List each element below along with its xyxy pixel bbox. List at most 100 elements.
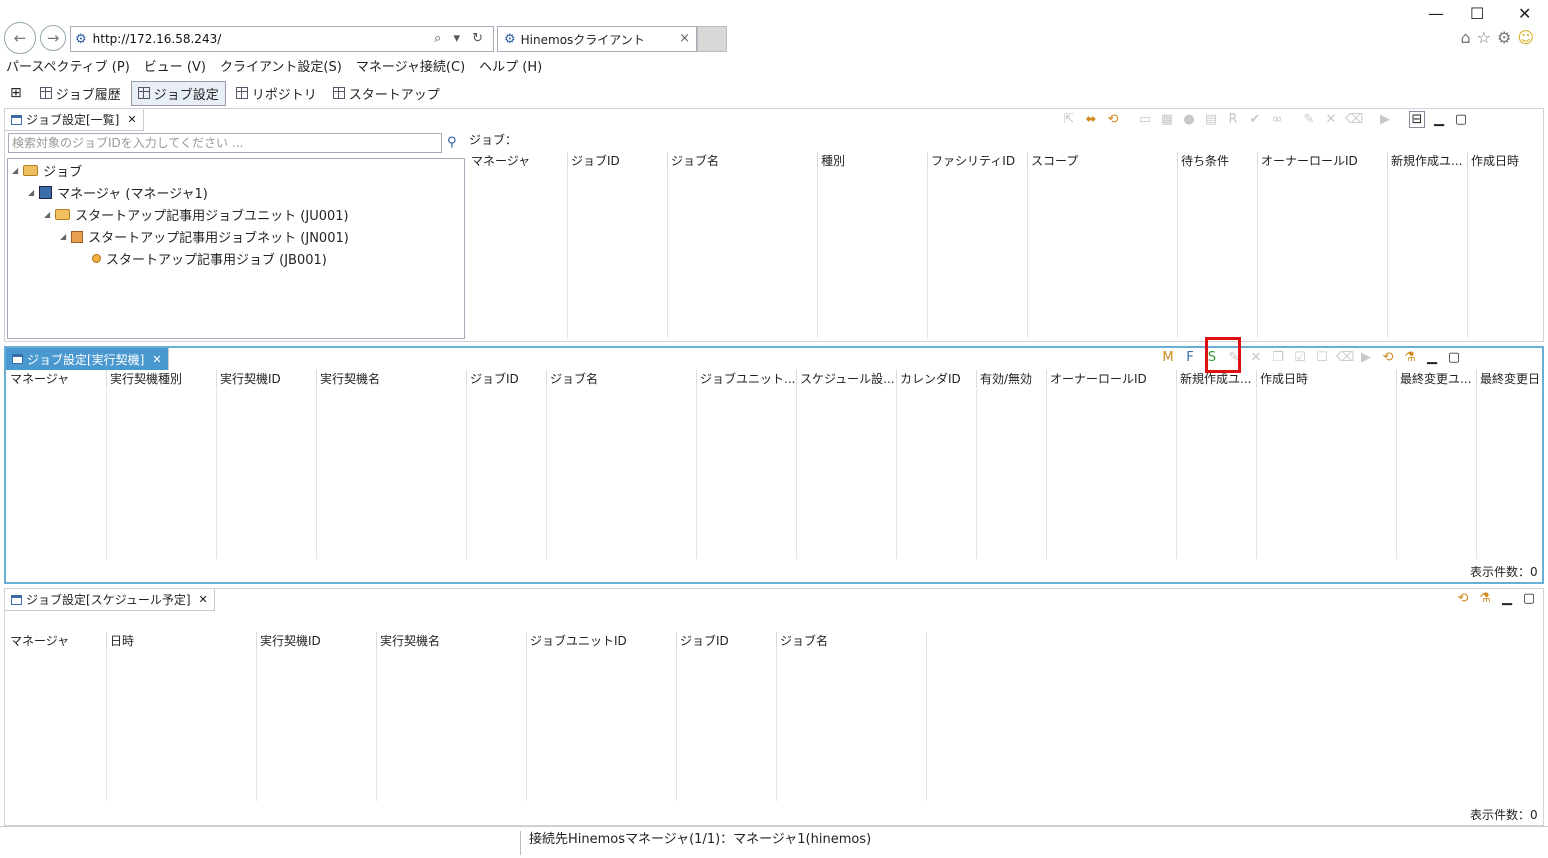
minimize-button[interactable]: — [1428, 4, 1444, 23]
job-table-body[interactable] [468, 171, 1540, 339]
menu-perspective[interactable]: パースペクティブ (P) [6, 56, 130, 75]
edit-icon[interactable]: ✎ [1301, 112, 1317, 127]
col-job-id[interactable]: ジョブID [467, 370, 547, 388]
filter-icon[interactable]: ⚗ [1477, 591, 1493, 606]
expand-triangle-icon[interactable]: ◢ [12, 166, 18, 175]
minimize-view-icon[interactable]: ▁ [1431, 112, 1447, 127]
copy-icon[interactable]: ❐ [1270, 350, 1286, 365]
refresh-icon[interactable]: ⟲ [1455, 591, 1471, 606]
expand-triangle-icon[interactable]: ◢ [44, 210, 50, 219]
collect-icon[interactable]: ⬌ [1083, 112, 1099, 127]
job-search-input[interactable]: 検索対象のジョブIDを入力してください ... [8, 133, 442, 153]
col-owner-role[interactable]: オーナーロールID [1047, 370, 1177, 388]
enable-icon[interactable]: ☑ [1292, 350, 1308, 365]
col-created-user[interactable]: 新規作成ユ... [1177, 370, 1257, 388]
maximize-view-icon[interactable]: ▢ [1446, 350, 1462, 365]
tab-kick[interactable]: ジョブ設定[実行契機] ✕ [6, 348, 169, 370]
col-type[interactable]: 種別 [818, 152, 928, 170]
search-icon[interactable]: ⚲ [447, 135, 457, 150]
close-view-icon[interactable]: ✕ [152, 353, 161, 366]
tree-node-jobnet[interactable]: ◢ スタートアップ記事用ジョブネット (JN001) [60, 227, 349, 246]
perspective-job-settings[interactable]: ジョブ設定 [130, 80, 226, 106]
export-icon[interactable]: ⇱ [1061, 112, 1077, 127]
add-ref-job-icon[interactable]: R [1225, 112, 1241, 127]
run-icon[interactable]: ▶ [1377, 112, 1393, 127]
col-manager[interactable]: マネージャ [468, 152, 568, 170]
menu-client-settings[interactable]: クライアント設定(S) [220, 56, 342, 75]
col-scope[interactable]: スコープ [1028, 152, 1178, 170]
perspective-repository[interactable]: リポジトリ [230, 82, 323, 105]
browser-tab[interactable]: ⚙ Hinemosクライアント × [497, 26, 697, 52]
delete-icon[interactable]: ✕ [1323, 112, 1339, 127]
back-button[interactable]: ← [4, 22, 36, 54]
link-icon[interactable]: ∞ [1269, 112, 1285, 127]
address-controls[interactable]: ⌕ ▾ ↻ [434, 31, 487, 46]
col-modified-user[interactable]: 最終変更ユ... [1397, 370, 1477, 388]
col-owner-role[interactable]: オーナーロールID [1258, 152, 1388, 170]
new-tab-button[interactable] [697, 26, 727, 52]
erase-icon[interactable]: ⌫ [1336, 350, 1354, 365]
approval-job-icon[interactable]: ✔ [1247, 112, 1263, 127]
col-job-name[interactable]: ジョブ名 [668, 152, 818, 170]
perspective-startup[interactable]: スタートアップ [327, 82, 446, 105]
col-job-id[interactable]: ジョブID [568, 152, 668, 170]
close-window-button[interactable]: ✕ [1518, 4, 1531, 23]
col-manager[interactable]: マネージャ [7, 370, 107, 388]
tree-node-root[interactable]: ◢ ジョブ [12, 161, 82, 180]
refresh-icon[interactable]: ⟲ [1105, 112, 1121, 127]
col-kick-id[interactable]: 実行契機ID [217, 370, 317, 388]
close-view-icon[interactable]: ✕ [199, 593, 208, 606]
col-kick-name[interactable]: 実行契機名 [317, 370, 467, 388]
tree-view-icon[interactable]: ⊟ [1409, 111, 1425, 128]
tree-node-jobunit[interactable]: ◢ スタートアップ記事用ジョブユニット (JU001) [44, 205, 349, 224]
tab-job-list[interactable]: ジョブ設定[一覧] ✕ [5, 109, 144, 131]
maximize-button[interactable]: ☐ [1470, 4, 1484, 23]
col-created-user[interactable]: 新規作成ユ... [1388, 152, 1468, 170]
refresh-icon[interactable]: ⟲ [1380, 350, 1396, 365]
expand-triangle-icon[interactable]: ◢ [28, 188, 34, 197]
col-jobunit[interactable]: ジョブユニット... [697, 370, 797, 388]
minimize-view-icon[interactable]: ▁ [1499, 591, 1515, 606]
col-job-name[interactable]: ジョブ名 [777, 632, 927, 650]
close-tab-icon[interactable]: × [679, 31, 690, 46]
col-calendar-id[interactable]: カレンダID [897, 370, 977, 388]
col-datetime[interactable]: 日時 [107, 632, 257, 650]
gear-icon[interactable]: ⚙ [1497, 28, 1517, 47]
home-icon[interactable]: ⌂ [1460, 28, 1476, 47]
star-icon[interactable]: ☆ [1477, 28, 1497, 47]
add-job-icon[interactable]: ● [1181, 112, 1197, 127]
menu-view[interactable]: ビュー (V) [144, 56, 206, 75]
add-jobunit-icon[interactable]: ▭ [1137, 112, 1153, 127]
forward-button[interactable]: → [40, 25, 66, 51]
expand-triangle-icon[interactable]: ◢ [60, 232, 66, 241]
job-tree[interactable]: ◢ ジョブ ◢ マネージャ (マネージャ1) ◢ スタートアップ記事用ジョブユニット … [7, 158, 465, 339]
col-wait-condition[interactable]: 待ち条件 [1178, 152, 1258, 170]
manual-kick-icon[interactable]: M [1160, 350, 1176, 365]
maximize-view-icon[interactable]: ▢ [1453, 112, 1469, 127]
col-modified-date[interactable]: 最終変更日 [1477, 370, 1539, 388]
col-kick-name[interactable]: 実行契機名 [377, 632, 527, 650]
minimize-view-icon[interactable]: ▁ [1424, 350, 1440, 365]
col-kick-type[interactable]: 実行契機種別 [107, 370, 217, 388]
add-jobnet-icon[interactable]: ▦ [1159, 112, 1175, 127]
col-created-date[interactable]: 作成日時 [1468, 152, 1540, 170]
tree-node-job[interactable]: スタートアップ記事用ジョブ (JB001) [92, 249, 327, 268]
col-created-date[interactable]: 作成日時 [1257, 370, 1397, 388]
col-schedule[interactable]: スケジュール設... [797, 370, 897, 388]
col-job-name[interactable]: ジョブ名 [547, 370, 697, 388]
erase-icon[interactable]: ⌫ [1345, 112, 1363, 127]
add-file-job-icon[interactable]: ▤ [1203, 112, 1219, 127]
menu-help[interactable]: ヘルプ (H) [479, 56, 542, 75]
filter-icon[interactable]: ⚗ [1402, 350, 1418, 365]
menu-manager-connect[interactable]: マネージャ接続(C) [356, 56, 465, 75]
tree-node-manager[interactable]: ◢ マネージャ (マネージャ1) [28, 183, 208, 202]
open-perspective-icon[interactable]: ⊞ [10, 85, 22, 101]
perspective-job-history[interactable]: ジョブ履歴 [34, 82, 127, 105]
schedule-table-body[interactable] [7, 651, 927, 801]
col-valid[interactable]: 有効/無効 [977, 370, 1047, 388]
col-kick-id[interactable]: 実行契機ID [257, 632, 377, 650]
address-bar[interactable]: ⚙ http://172.16.58.243/ ⌕ ▾ ↻ [70, 26, 494, 52]
col-facility-id[interactable]: ファシリティID [928, 152, 1028, 170]
maximize-view-icon[interactable]: ▢ [1521, 591, 1537, 606]
col-jobunit-id[interactable]: ジョブユニットID [527, 632, 677, 650]
